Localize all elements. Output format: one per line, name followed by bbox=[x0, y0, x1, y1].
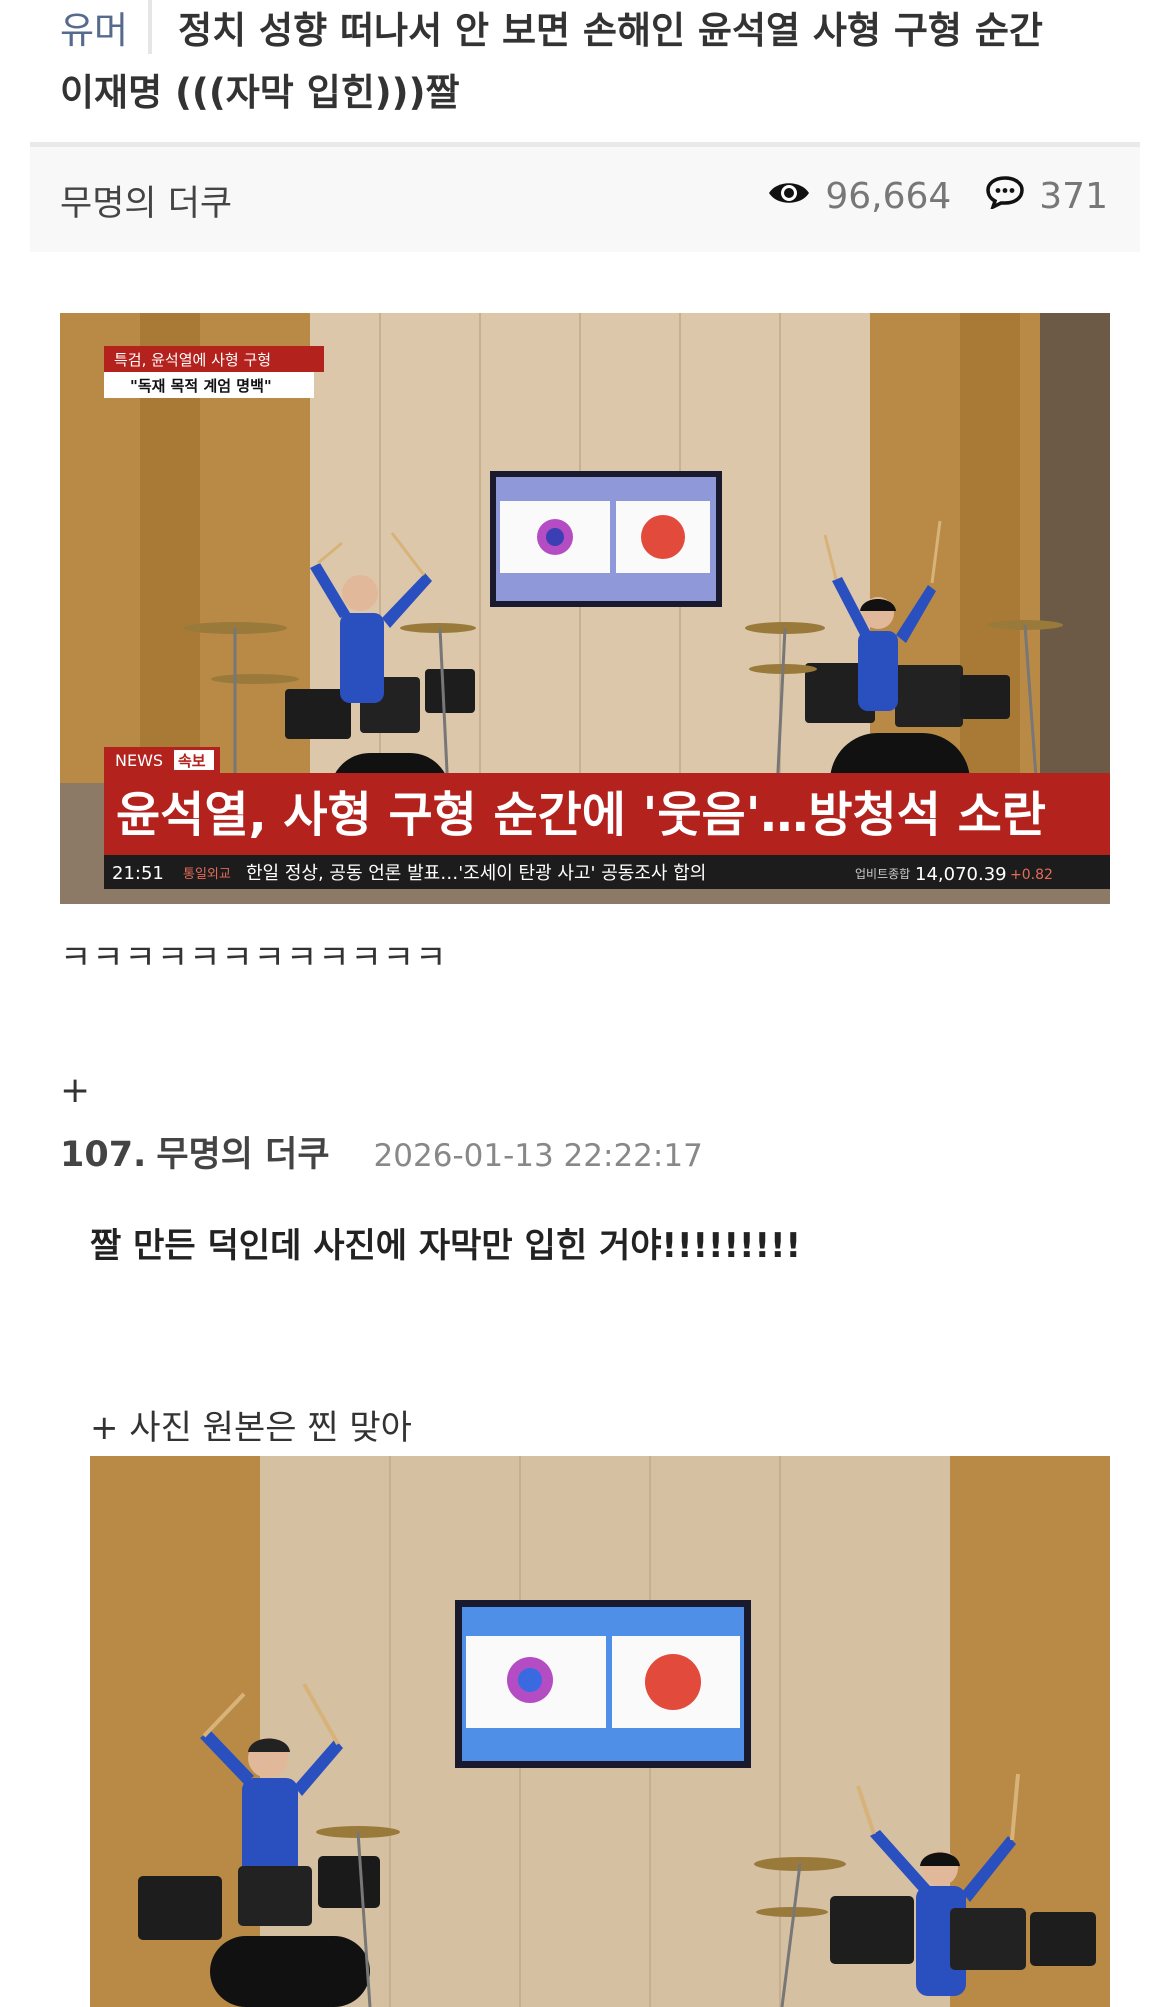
comment-icon bbox=[985, 175, 1025, 218]
badge-top-text: 특검, 윤석열에 사형 구형 bbox=[114, 351, 271, 369]
comment-date: 2026-01-13 22:22:17 bbox=[373, 1138, 703, 1174]
badge-quote-text: "독재 목적 계엄 명백" bbox=[130, 377, 272, 395]
post-header: 유머 정치 성향 떠나서 안 보면 손해인 윤석열 사형 구형 순간 이재명 ((… bbox=[60, 0, 1120, 124]
category-divider bbox=[148, 0, 153, 54]
index-label: 업비트종합 bbox=[855, 867, 910, 881]
breaking-label: 속보 bbox=[178, 752, 206, 770]
comment-author[interactable]: 무명의 더쿠 bbox=[156, 1135, 329, 1175]
comment-text: 짤 만든 덕인데 사진에 자막만 입힌 거야!!!!!!!!! bbox=[90, 1226, 802, 1266]
eye-icon bbox=[767, 176, 811, 217]
post-body-text: ㅋㅋㅋㅋㅋㅋㅋㅋㅋㅋㅋㅋ bbox=[60, 938, 448, 978]
ticker-tag: 통일외교 bbox=[183, 867, 231, 882]
comment-note: + 사진 원본은 찐 맞아 bbox=[90, 1408, 412, 1448]
news-headline: 윤석열, 사형 구형 순간에 '웃음'…방청석 소란 bbox=[116, 787, 1046, 843]
index-change: +0.82 bbox=[1010, 867, 1053, 883]
view-count: 96,664 bbox=[825, 176, 952, 217]
news-capture-image[interactable]: 특검, 윤석열에 사형 구형 "독재 목적 계엄 명백" NEWS 속보 윤석열… bbox=[60, 313, 1110, 904]
comment-header: 107. 무명의 더쿠 2026-01-13 22:22:17 bbox=[60, 1126, 703, 1177]
comment-count: 371 bbox=[1039, 176, 1108, 217]
post-author[interactable]: 무명의 더쿠 bbox=[60, 175, 232, 226]
plus-marker: + bbox=[60, 1070, 91, 1111]
ticker-time: 21:51 bbox=[112, 863, 164, 884]
post-meta-bar: 무명의 더쿠 96,664 371 bbox=[30, 142, 1140, 252]
news-label: NEWS bbox=[115, 751, 163, 770]
title-line-1: 정치 성향 떠나서 안 보면 손해인 윤석열 사형 구형 순간 bbox=[178, 9, 1043, 52]
category-label[interactable]: 유머 bbox=[60, 9, 128, 52]
post-title: 유머 정치 성향 떠나서 안 보면 손해인 윤석열 사형 구형 순간 bbox=[60, 0, 1120, 62]
index-value: 14,070.39 bbox=[915, 864, 1007, 885]
original-photo[interactable] bbox=[90, 1456, 1110, 2007]
ticker-text: 한일 정상, 공동 언론 발표…'조세이 탄광 사고' 공동조사 합의 bbox=[246, 863, 706, 884]
comment-number[interactable]: 107. bbox=[60, 1135, 146, 1175]
title-line-2: 이재명 (((자막 입힌)))짤 bbox=[60, 71, 460, 114]
post-stats: 96,664 371 bbox=[767, 175, 1108, 218]
